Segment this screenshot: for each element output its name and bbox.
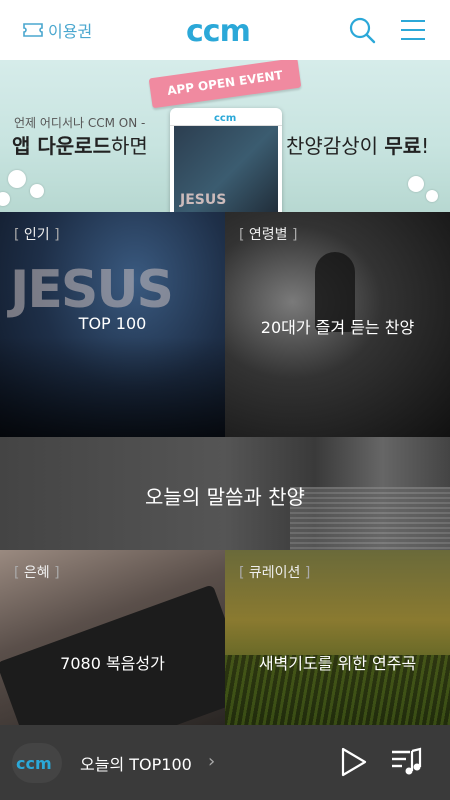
- flower-decoration: [30, 184, 44, 198]
- flower-decoration: [0, 192, 10, 206]
- ccm-logo[interactable]: ccm: [186, 14, 266, 50]
- tile-curation[interactable]: [ 큐레이션 ] 새벽기도를 위한 연주곡: [225, 550, 450, 725]
- banner-right-text: 찬양감상이 무료!: [286, 130, 429, 159]
- chevron-right-icon[interactable]: ›: [208, 751, 215, 772]
- music-playlist-icon: [392, 747, 422, 775]
- tile-grace[interactable]: [ 은혜 ] 7080 복음성가: [0, 550, 225, 725]
- ticket-button[interactable]: 이용권: [22, 18, 92, 42]
- banner-left-bold: 앱 다운로드: [12, 134, 111, 158]
- logo-text: ccm: [186, 14, 250, 46]
- mini-player: ccm 오늘의 TOP100 ›: [0, 725, 450, 800]
- banner-left-text: 앱 다운로드하면: [12, 130, 148, 159]
- play-icon: [341, 747, 367, 777]
- search-button[interactable]: [348, 16, 376, 44]
- hamburger-icon: [401, 20, 425, 40]
- phone-screen: JESUS: [174, 126, 278, 212]
- player-logo-graphic: ccm: [16, 754, 52, 773]
- banner-right-tail: !: [421, 134, 430, 158]
- playlist-button[interactable]: [390, 747, 422, 781]
- phone-mockup: ccm JESUS: [170, 108, 282, 212]
- tile-tag: [ 인기 ]: [14, 227, 60, 243]
- logo-graphic: ccm: [186, 14, 251, 49]
- event-ribbon: APP OPEN EVENT: [148, 60, 302, 109]
- ticket-icon: [23, 23, 43, 37]
- flower-decoration: [426, 190, 438, 202]
- tile-age[interactable]: [ 연령별 ] 20대가 즐겨 듣는 찬양: [225, 212, 450, 437]
- search-icon: [349, 17, 376, 44]
- tile-shade: [0, 337, 225, 437]
- player-logo[interactable]: ccm: [12, 743, 62, 783]
- banner-left-tail: 하면: [110, 134, 148, 158]
- play-button[interactable]: [340, 747, 368, 781]
- tile-title: 20대가 즐겨 듣는 찬양: [260, 318, 415, 337]
- tile-popular[interactable]: JESUS [ 인기 ] TOP 100: [0, 212, 225, 437]
- banner-subtext: 언제 어디서나 CCM ON -: [14, 116, 146, 130]
- player-logo-text: ccm: [16, 754, 52, 773]
- tile-tag: [ 큐레이션 ]: [239, 565, 311, 581]
- flower-decoration: [408, 176, 424, 192]
- phone-logo: ccm: [214, 113, 236, 124]
- banner-right-bold: 무료: [384, 134, 422, 158]
- phone-header: ccm: [170, 108, 282, 126]
- tile-title: TOP 100: [78, 314, 147, 333]
- ticket-label: 이용권: [48, 22, 93, 41]
- banner-right-head: 찬양감상이: [286, 134, 385, 158]
- tile-tag: [ 은혜 ]: [14, 565, 60, 581]
- menu-button[interactable]: [400, 18, 426, 42]
- app-header: 이용권 ccm: [0, 0, 450, 60]
- tile-today-word[interactable]: 오늘의 말씀과 찬양: [0, 437, 450, 550]
- tile-image-text: JESUS: [10, 260, 174, 320]
- event-banner[interactable]: APP OPEN EVENT 언제 어디서나 CCM ON - 앱 다운로드하면…: [0, 60, 450, 212]
- tile-title: 7080 복음성가: [60, 654, 165, 673]
- phone-header-graphic: ccm: [214, 113, 236, 124]
- tile-title: 새벽기도를 위한 연주곡: [258, 654, 417, 673]
- tile-title: 오늘의 말씀과 찬양: [145, 485, 305, 509]
- tile-tag: [ 연령별 ]: [239, 227, 298, 243]
- playlist-title[interactable]: 오늘의 TOP100: [80, 751, 192, 775]
- flower-decoration: [8, 170, 26, 188]
- phone-image-text: JESUS: [180, 192, 227, 208]
